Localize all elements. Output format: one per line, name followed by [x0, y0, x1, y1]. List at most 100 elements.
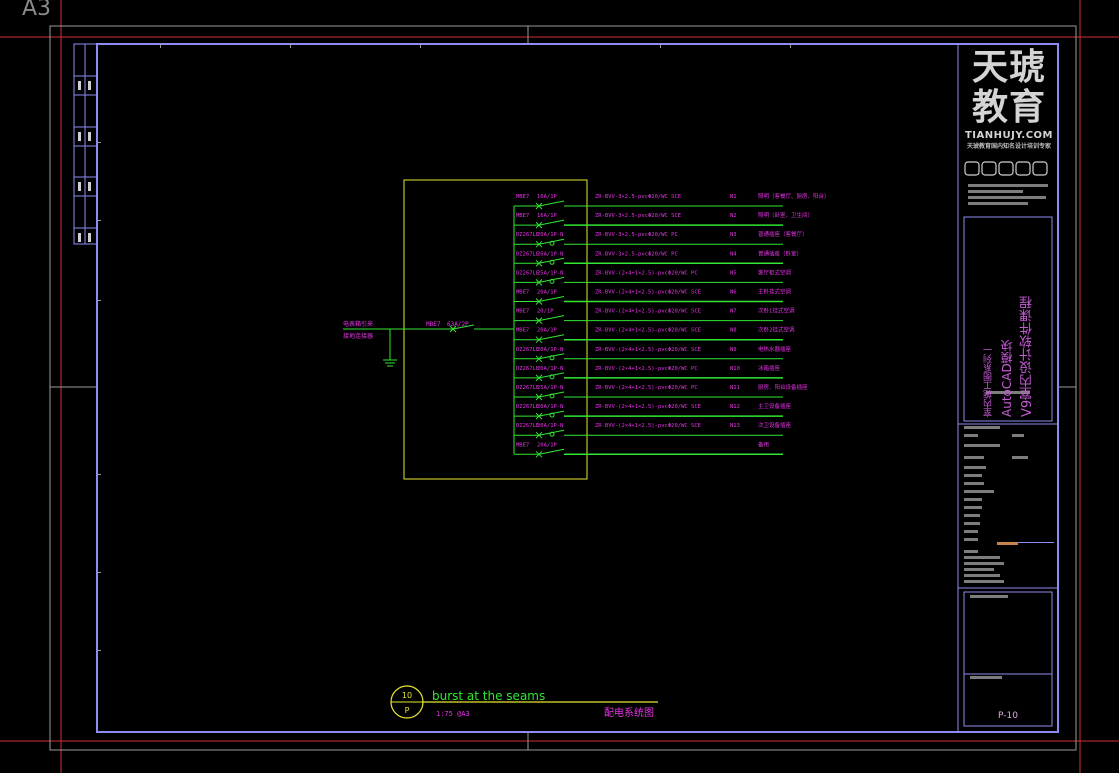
breaker-type: MBE7	[516, 194, 529, 200]
load-description: 次卫设备插座	[758, 421, 792, 429]
cable-spec: ZR-BVV-(2×4+1×2.5)-pvcΦ20/WC SCE	[595, 404, 701, 410]
breaker-rating: 20A/1P-N	[537, 251, 564, 257]
circuit-row: MBE7 20A/1P ZR-BVV-(2×4+1×2.5)-pvcΦ20/WC S…	[514, 288, 792, 305]
breaker-contact	[538, 353, 565, 360]
breaker-rating: 20A/1P-N	[537, 232, 564, 238]
breaker-contact	[538, 410, 565, 417]
logo-website: TIANHUJY.COM	[964, 130, 1054, 141]
breaker-contact	[538, 257, 565, 264]
circuit-id: N3	[730, 232, 737, 238]
breaker-rating: 20A/1P	[537, 328, 558, 334]
course-title: V9室内设计软件课程	[1019, 295, 1035, 417]
breaker-contact	[538, 219, 565, 226]
circuit-row: DZ267LE20A/1P-N ZR-BVV-(2×4+1×2.5)-pvcΦ20…	[514, 421, 792, 439]
breaker-contact	[538, 429, 565, 436]
load-description: 次卧2挂式空调	[758, 326, 795, 334]
circuit-row: MBE7 20A/1P ZR-BVV-(2×4+1×2.5)-pvcΦ20/WC S…	[514, 326, 795, 344]
cable-spec: ZR-BVV-(2×4+1×2.5)-pvcΦ20/WC SCE	[595, 423, 701, 429]
title-block-accent-bar	[997, 542, 1018, 545]
breaker-type: MBE7	[516, 442, 529, 448]
circuit-id: N6	[730, 290, 737, 296]
breaker-type: MBE7	[516, 309, 529, 315]
circuit-id: N11	[730, 385, 740, 391]
cable-spec: ZR-BVV-(2×4+1×2.5)-pvcΦ20/WC SCE	[595, 347, 701, 353]
cable-spec: ZR-BVV-(2×4+1×2.5)-pvcΦ20/WC SCE	[595, 328, 701, 334]
cad-drawing-canvas[interactable]: 电表箱引来接地连接器MBE7 63A/2P MBE7 16A/1P ZR-BVV-3×…	[0, 0, 1119, 773]
breaker-contact	[538, 391, 565, 398]
circuit-id: N8	[730, 328, 737, 334]
circuit-id: N4	[730, 251, 737, 257]
cable-spec: ZR-BVV-(2×4+1×2.5)-pvcΦ20/WC PC	[595, 270, 698, 276]
circuit-row: DZ267LE20A/1P-N ZR-BVV-3×2.5-pvcΦ20/WC PC…	[514, 230, 808, 248]
load-description: 备用	[758, 440, 769, 448]
drawing-series: P	[405, 706, 410, 715]
circuit-id: N5	[730, 270, 737, 276]
breaker-contact	[538, 334, 565, 341]
load-description: 客厅柜式空调	[758, 268, 792, 276]
drawing-caption: 配电系统图	[604, 706, 654, 719]
binding-strip-cells	[74, 44, 97, 244]
breaker-type: DZ267LE	[516, 270, 539, 276]
circuit-id: N1	[730, 194, 737, 200]
breaker-rating: 20A/1P-N	[537, 366, 564, 372]
breaker-contact	[538, 372, 565, 379]
breaker-type: DZ267LE	[516, 232, 539, 238]
circuit-id: N9	[730, 347, 737, 353]
breaker-rating: 25A/1P-N	[537, 385, 564, 391]
breaker-rating: 20/1P	[537, 309, 554, 315]
logo-line-2: 教育	[971, 87, 1046, 128]
circuit-row: MBE7 20/1P ZR-BVV-(2×4+1×2.5)-pvcΦ20/WC SC…	[514, 307, 795, 324]
breaker-type: DZ267LE	[516, 404, 539, 410]
breaker-rating: 20A/1P	[537, 442, 558, 448]
circuit-id: N10	[730, 366, 740, 372]
load-description: 厨房、阳台设备插座	[758, 383, 808, 391]
load-description: 普通插座（卧室）	[758, 249, 802, 257]
breaker-rating: 20A/1P-N	[537, 347, 564, 353]
breaker-contact	[538, 200, 565, 207]
cable-spec: ZR-BVV-3×2.5-pvcΦ20/WC SCE	[595, 213, 681, 219]
circuit-row: DZ267LE25A/1P-N ZR-BVV-(2×4+1×2.5)-pvcΦ20…	[514, 383, 808, 401]
load-description: 次卧1挂式空调	[758, 307, 795, 315]
circuit-id: N7	[730, 309, 737, 315]
incoming-supply-label: 电表箱引来	[343, 320, 373, 328]
sheet-size-label: A3	[22, 0, 52, 21]
load-description: 主卧挂式空调	[758, 288, 792, 296]
logo-line-1: 天琥	[971, 47, 1046, 88]
drawing-name: burst at the seams	[432, 689, 545, 703]
breaker-contact	[538, 238, 565, 245]
module-title: AutoCAD模块	[999, 339, 1014, 417]
cable-spec: ZR-BVV-3×2.5-pvcΦ20/WC SCE	[595, 194, 681, 200]
breaker-contact	[538, 315, 565, 322]
load-description: 电热水器插座	[758, 345, 792, 353]
circuit-row: MBE7 16A/1P ZR-BVV-3×2.5-pvcΦ20/WC SCE N2 照明…	[514, 211, 813, 229]
incoming-ground-label: 接地连接器	[343, 332, 373, 340]
cable-spec: ZR-BVV-3×2.5-pvcΦ20/WC PC	[595, 232, 678, 238]
page-number: P-10	[998, 711, 1018, 721]
drawing-number: 10	[402, 691, 412, 700]
load-description: 照明（客餐厅、厨房、阳台）	[758, 192, 830, 200]
circuit-list: MBE7 16A/1P ZR-BVV-3×2.5-pvcΦ20/WC SCE N1 照明…	[513, 192, 830, 458]
load-description: 照明（卧室、卫生间）	[758, 211, 813, 219]
title-block-rule	[1018, 542, 1054, 543]
circuit-row: DZ267LE20A/1P-N ZR-BVV-(2×4+1×2.5)-pvcΦ20…	[514, 345, 792, 363]
breaker-type: DZ267LE	[516, 385, 539, 391]
cable-spec: ZR-BVV-(2×4+1×2.5)-pvcΦ20/WC PC	[595, 366, 698, 372]
breaker-type: DZ267LE	[516, 251, 539, 257]
drawing-scale: 1:75 @A3	[436, 710, 470, 718]
breaker-contact	[538, 448, 565, 455]
breaker-type: DZ267LE	[516, 366, 539, 372]
cable-spec: ZR-BVV-(2×4+1×2.5)-pvcΦ20/WC SCE	[595, 309, 701, 315]
circuit-row: DZ267LE20A/1P-N ZR-BVV-3×2.5-pvcΦ20/WC PC…	[514, 249, 802, 267]
circuit-id: N2	[730, 213, 737, 219]
breaker-rating: 20A/1P	[537, 290, 558, 296]
breaker-type: DZ267LE	[516, 347, 539, 353]
drawing-frame	[96, 43, 1059, 733]
circuit-row: MBE7 16A/1P ZR-BVV-3×2.5-pvcΦ20/WC SCE N1 照明…	[514, 192, 830, 210]
breaker-rating: 16A/1P	[537, 213, 558, 219]
breaker-contact	[538, 296, 565, 302]
breaker-rating: 20A/1P-N	[537, 423, 564, 429]
breaker-type: MBE7	[516, 290, 529, 296]
main-breaker-type: MBE7	[426, 321, 441, 328]
breaker-type: MBE7	[516, 328, 529, 334]
company-logo: 天琥 教育 TIANHUJY.COM 天琥教育国内知名设计培训专家	[963, 47, 1055, 151]
